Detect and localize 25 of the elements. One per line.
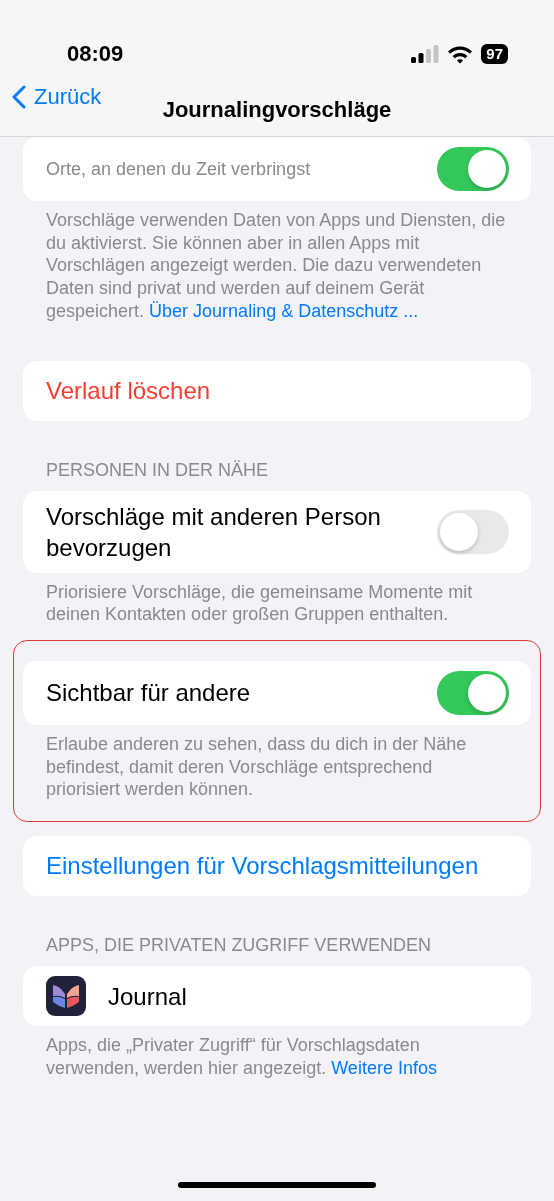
section-footer: Priorisiere Vorschläge, die gemeinsame Momente mit deinen Kontakten oder großen Gruppen enthalten. [0, 572, 554, 626]
setting-description: Orte, an denen du Zeit verbringst [46, 158, 312, 180]
info-link[interactable]: Weitere Infos [331, 1057, 437, 1078]
clock-time: 08:09 [67, 40, 124, 68]
back-button[interactable]: Zurück [0, 80, 102, 113]
section-footer: Apps, die „Privater Zugriff“ für Vorschlagsdaten verwenden, werden hier angezeigt. Weitere Infos [0, 1026, 554, 1080]
setting-label: Sichtbar für andere [46, 678, 252, 709]
section-header: PERSONEN IN DER NÄHE [45, 458, 270, 481]
toggle-switch[interactable] [437, 509, 509, 554]
wifi-icon [447, 44, 474, 64]
page-title: Journalingvorschläge [162, 96, 392, 124]
section-header: APPS, DIE PRIVATEN ZUGRIFF VERWENDEN [45, 934, 433, 957]
info-link[interactable]: Über Journaling & Datenschutz ... [149, 300, 419, 321]
toggle-switch[interactable] [437, 147, 509, 191]
section-footer: Vorschläge verwenden Daten von Apps und Diensten, die du aktivierst. Sie können aber in allen Apps mit Vorschlägen angezeigt werden. Die dazu verwendeten Daten sind privat und werden auf deinem Gerät gespeichert. Über Journaling & Datenschutz ... [0, 201, 554, 323]
battery-level: 97 [481, 44, 508, 64]
settings-link[interactable]: Einstellungen für Vorschlagsmitteilungen [46, 848, 479, 885]
section-footer: Erlaube anderen zu sehen, dass du dich in der Nähe befindest, damit deren Vorschläge entsprechend priorisiert werden können. [23, 724, 531, 802]
toggle-switch[interactable] [437, 670, 509, 715]
app-name: Journal [108, 981, 187, 1012]
app-icon [46, 976, 86, 1017]
setting-label: Vorschläge mit anderen Person bevorzugen [46, 501, 382, 563]
signal-icon [411, 45, 440, 63]
chevron-left-icon [12, 84, 26, 109]
clear-history-button[interactable]: Verlauf löschen [46, 372, 211, 409]
